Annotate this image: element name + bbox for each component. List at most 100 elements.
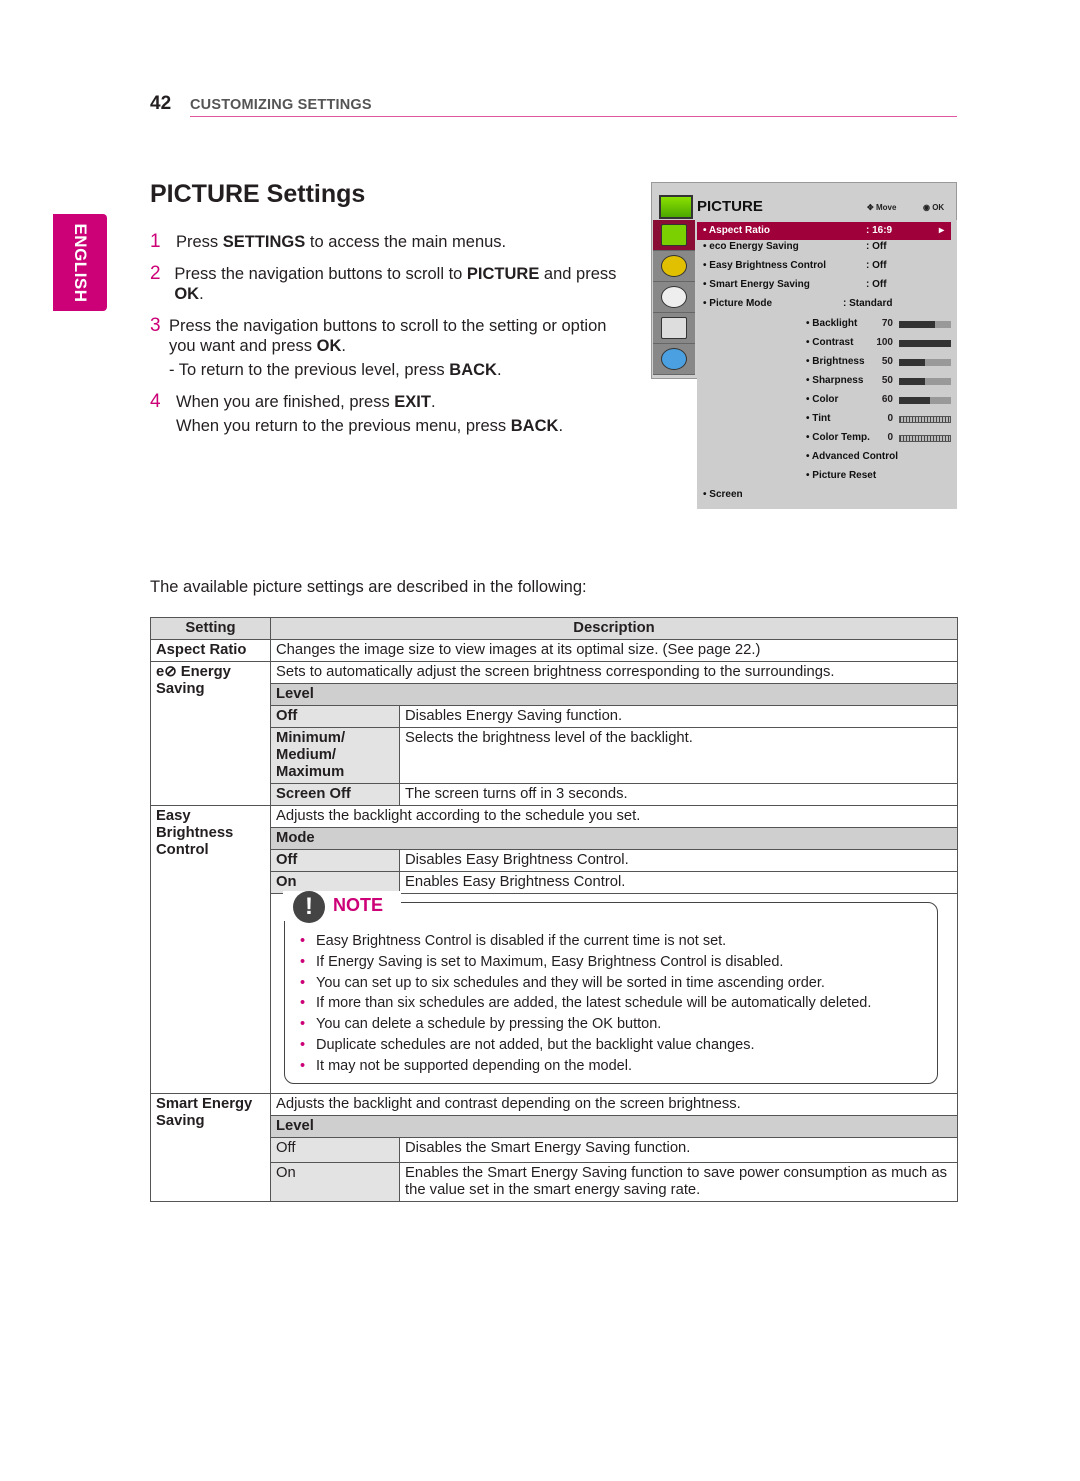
table-row: Smart Energy Saving Adjusts the backlight… — [150, 1093, 958, 1202]
table-row: Aspect Ratio Changes the image size to vi… — [150, 639, 958, 662]
col-header-setting: Setting — [150, 617, 271, 640]
slider-bar — [899, 340, 951, 347]
step-text-part: BACK — [449, 361, 497, 379]
step-number: 1 — [150, 231, 161, 252]
note-box: ! NOTE Easy Brightness Control is disabl… — [283, 891, 938, 1084]
page-number: 42 — [150, 93, 172, 114]
note-item: If Energy Saving is set to Maximum, Easy… — [316, 952, 871, 973]
setting-desc: Changes the image size to view images at… — [270, 639, 958, 662]
slider-value: 100 — [876, 337, 893, 348]
step-item: 2 Press the navigation buttons to scroll … — [150, 264, 620, 304]
note-title: NOTE — [333, 895, 384, 915]
level-header: Level — [270, 1115, 958, 1138]
slider-label: • Backlight — [806, 318, 858, 329]
move-label: Move — [875, 203, 897, 212]
menu-item: • eco Energy Saving — [703, 241, 799, 252]
slider-value: 0 — [887, 413, 893, 424]
language-label: ENGLISH — [71, 222, 90, 303]
step-text-part: OK — [316, 337, 342, 355]
side-picture-icon — [653, 220, 695, 251]
slider-fill — [899, 397, 931, 404]
ok-hint: ◉ OK — [923, 203, 945, 212]
slider-bar — [899, 378, 951, 385]
move-hint: ✥ Move — [867, 203, 897, 212]
exclamation-icon: ! — [293, 891, 325, 923]
page-title: PICTURE Settings — [150, 180, 366, 208]
clock-icon — [661, 286, 687, 308]
slider-bar — [899, 359, 951, 366]
slider-label: • Brightness — [806, 356, 865, 367]
menu-item: • Smart Energy Saving — [703, 279, 810, 290]
network-icon — [661, 348, 687, 370]
option-name: Off — [270, 849, 400, 872]
step-text-part: When you return to the previous menu, pr… — [176, 417, 511, 435]
option-name: Off — [270, 705, 400, 728]
table-row: e⊘ Energy Saving Sets to automatically ad… — [150, 661, 958, 806]
slider-label: • Sharpness — [806, 375, 864, 386]
setting-name: Aspect Ratio — [150, 639, 271, 662]
step-subtext: - To return to the previous level, press… — [169, 360, 620, 380]
slider-fill — [899, 359, 925, 366]
audio-icon — [661, 255, 687, 277]
option-desc: Disables Energy Saving function. — [399, 705, 958, 728]
step-text-part: SETTINGS — [222, 233, 306, 251]
menu-item: • Screen — [703, 489, 743, 500]
step-number: 2 — [150, 263, 161, 284]
mode-header: Mode — [270, 827, 958, 850]
step-text-part: Press — [176, 233, 223, 251]
table-row: Easy Brightness Control Adjusts the backl… — [150, 805, 958, 1094]
slider-label: • Color Temp. — [806, 432, 870, 443]
ok-label: OK — [932, 203, 945, 212]
step-item: 3 Press the navigation buttons to scroll … — [150, 316, 620, 380]
slider-value: 50 — [881, 356, 893, 367]
note-item: If more than six schedules are added, th… — [316, 993, 871, 1014]
slider-value: 50 — [881, 375, 893, 386]
step-text: When you are finished, press EXIT. When y… — [176, 392, 563, 436]
step-text-part: and press — [539, 265, 617, 283]
note-cell: ! NOTE Easy Brightness Control is disabl… — [270, 891, 958, 1094]
setting-name: Smart Energy Saving — [150, 1093, 271, 1202]
slider-bar — [899, 435, 951, 442]
option-name: On — [270, 1162, 400, 1202]
option-desc: Selects the brightness level of the back… — [399, 727, 958, 784]
step-text-part: Press the navigation buttons to scroll t… — [174, 265, 467, 283]
settings-table: Setting Description Aspect Ratio Changes t… — [150, 617, 958, 1202]
menu-subitem: • Advanced Control — [806, 451, 899, 462]
picture-icon — [661, 224, 687, 246]
step-text-part: to access the main menus. — [305, 233, 507, 251]
slider-bar — [899, 321, 951, 328]
setting-name: Easy Brightness Control — [150, 805, 271, 1094]
intro-text: The available picture settings are descr… — [150, 578, 587, 596]
step-text: Press the navigation buttons to scroll t… — [169, 316, 620, 380]
manual-page: 42 CUSTOMIZING SETTINGS ENGLISH PICTURE … — [0, 0, 1080, 1481]
step-text-part: PICTURE — [466, 265, 540, 283]
menu-title: PICTURE — [697, 198, 763, 215]
header-rule — [190, 116, 957, 117]
slider-fill — [899, 378, 925, 385]
side-option-icon — [653, 313, 695, 344]
steps-list: 1 Press SETTINGS to access the main menus… — [150, 232, 620, 448]
step-text-part: OK — [174, 285, 200, 303]
step-text-part: . — [341, 337, 346, 355]
step-text-part: When you are finished, press — [176, 393, 395, 411]
menu-item: • Easy Brightness Control — [703, 260, 826, 271]
slider-value: 70 — [881, 318, 893, 329]
slider-label: • Tint — [806, 413, 831, 424]
option-desc: Disables Easy Brightness Control. — [399, 849, 958, 872]
side-audio-icon — [653, 251, 695, 282]
option-desc: Enables the Smart Energy Saving function… — [399, 1162, 958, 1202]
section-title: CUSTOMIZING SETTINGS — [190, 97, 372, 113]
slider-label: • Contrast — [806, 337, 854, 348]
slider-value: 60 — [881, 394, 893, 405]
setting-desc: Adjusts the backlight and contrast depen… — [270, 1093, 958, 1116]
option-name: Screen Off — [270, 783, 400, 806]
step-item: 4 When you are finished, press EXIT. When … — [150, 392, 620, 436]
step-text: Press the navigation buttons to scroll t… — [174, 264, 620, 304]
step-text: Press SETTINGS to access the main menus. — [176, 232, 506, 252]
menu-subitem: • Picture Reset — [806, 470, 877, 481]
option-icon — [661, 317, 687, 339]
step-text-part: . — [430, 393, 436, 411]
menu-item: • Picture Mode — [703, 298, 773, 309]
step-text-part: . — [496, 361, 502, 379]
menu-item-value: : 16:9 — [866, 225, 893, 236]
